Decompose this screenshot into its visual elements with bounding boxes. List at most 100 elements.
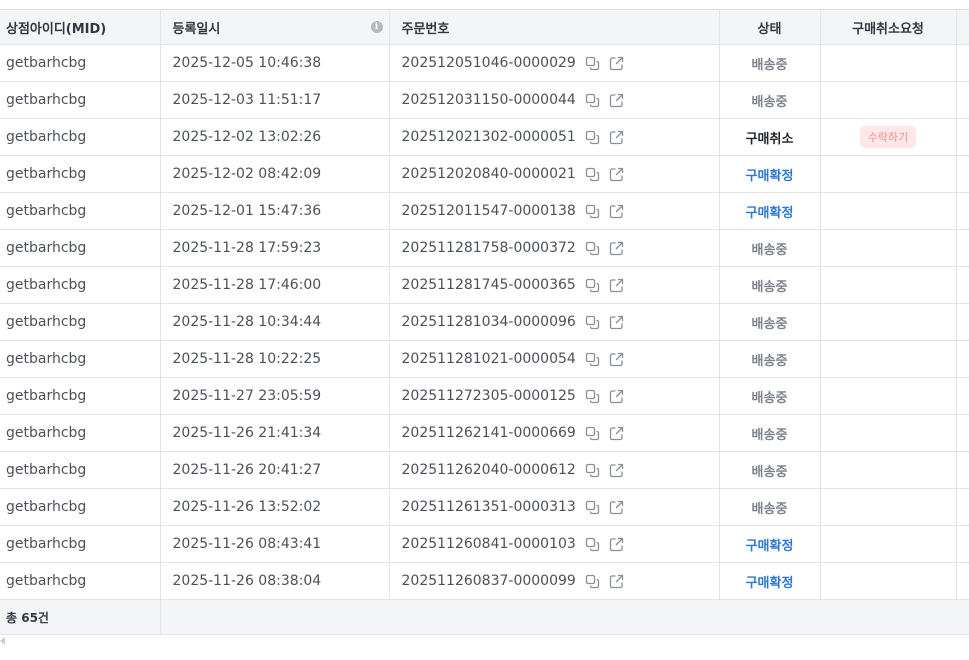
date-text: 2025-11-28 17:46:00 [172,277,322,293]
header-date[interactable]: 등록일시 i [160,9,390,45]
external-link-icon[interactable] [609,204,624,219]
table-row[interactable]: getbarhcbg 2025-11-26 08:38:04 202511260… [0,562,969,600]
cell-mid: getbarhcbg [0,44,161,82]
cell-order: 202512011547-0000138 [389,192,720,230]
external-link-icon[interactable] [609,463,624,478]
table-row[interactable]: getbarhcbg 2025-11-28 10:22:25 202511281… [0,340,969,378]
order-number[interactable]: 202511281758-0000372 [402,240,576,256]
table-body: getbarhcbg 2025-12-05 10:46:38 202512051… [0,44,969,600]
cell-date: 2025-11-26 20:41:27 [160,451,390,489]
info-icon[interactable]: i [370,21,383,33]
header-mid[interactable]: 상점아이디(MID) [0,9,161,45]
copy-icon[interactable] [585,167,600,182]
order-number[interactable]: 202512020840-0000021 [402,166,576,182]
order-number[interactable]: 202511262141-0000669 [402,425,576,441]
cell-mid: getbarhcbg [0,525,161,563]
external-link-icon[interactable] [609,537,624,552]
cell-order: 202512021302-0000051 [389,118,720,156]
external-link-icon[interactable] [609,315,624,330]
copy-icon[interactable] [585,352,600,367]
order-number[interactable]: 202511281034-0000096 [402,314,576,330]
table-row[interactable]: getbarhcbg 2025-11-28 10:34:44 202511281… [0,303,969,341]
date-text: 2025-11-26 21:41:34 [172,425,322,441]
cell-status: 배송중 [719,377,821,415]
status-text: 배송중 [751,242,788,258]
status-text: 배송중 [751,279,788,295]
cell-cancel-request: 수락하기 [820,118,957,156]
mid-text: getbarhcbg [6,129,87,145]
scroll-left-arrow-icon[interactable] [0,637,5,645]
cell-order: 202512020840-0000021 [389,155,720,193]
order-number[interactable]: 202512031150-0000044 [402,92,576,108]
accept-cancel-button[interactable]: 수락하기 [859,126,917,148]
copy-icon[interactable] [585,241,600,256]
copy-icon[interactable] [585,389,600,404]
external-link-icon[interactable] [609,278,624,293]
external-link-icon[interactable] [609,500,624,515]
table-row[interactable]: getbarhcbg 2025-11-26 21:41:34 202511262… [0,414,969,452]
cell-mid: getbarhcbg [0,451,161,489]
order-number[interactable]: 202511261351-0000313 [402,499,576,515]
table-row[interactable]: getbarhcbg 2025-11-26 20:41:27 202511262… [0,451,969,489]
external-link-icon[interactable] [609,574,624,589]
order-number[interactable]: 202511272305-0000125 [402,388,576,404]
external-link-icon[interactable] [609,130,624,145]
copy-icon[interactable] [585,278,600,293]
order-number[interactable]: 202512011547-0000138 [402,203,576,219]
external-link-icon[interactable] [609,352,624,367]
cell-extra [956,562,969,600]
status-text: 배송중 [751,501,788,517]
table-row[interactable]: getbarhcbg 2025-12-02 08:42:09 202512020… [0,155,969,193]
order-number[interactable]: 202511260841-0000103 [402,536,576,552]
copy-icon[interactable] [585,537,600,552]
status-text: 배송중 [751,94,788,110]
order-number[interactable]: 202511262040-0000612 [402,462,576,478]
table-row[interactable]: getbarhcbg 2025-11-28 17:46:00 202511281… [0,266,969,304]
header-mid-label: 상점아이디(MID) [6,21,107,37]
external-link-icon[interactable] [609,389,624,404]
cell-cancel-request [820,451,957,489]
order-number[interactable]: 202512021302-0000051 [402,129,576,145]
date-text: 2025-11-28 10:34:44 [172,314,322,330]
cell-cancel-request [820,192,957,230]
cell-extra [956,81,969,119]
header-status[interactable]: 상태 [719,9,821,45]
copy-icon[interactable] [585,56,600,71]
order-number[interactable]: 202511281745-0000365 [402,277,576,293]
order-number[interactable]: 202511281021-0000054 [402,351,576,367]
cell-status: 배송중 [719,266,821,304]
external-link-icon[interactable] [609,241,624,256]
header-status-label: 상태 [757,21,782,37]
copy-icon[interactable] [585,500,600,515]
order-number[interactable]: 202511260837-0000099 [402,573,576,589]
status-text: 배송중 [751,353,788,369]
table-row[interactable]: getbarhcbg 2025-12-03 11:51:17 202512031… [0,81,969,119]
cell-date: 2025-12-02 13:02:26 [160,118,390,156]
table-row[interactable]: getbarhcbg 2025-11-26 13:52:02 202511261… [0,488,969,526]
copy-icon[interactable] [585,574,600,589]
date-text: 2025-11-28 17:59:23 [172,240,322,256]
mid-text: getbarhcbg [6,425,87,441]
header-date-label: 등록일시 [172,21,221,37]
external-link-icon[interactable] [609,426,624,441]
copy-icon[interactable] [585,204,600,219]
header-cancel-request[interactable]: 구매취소요청 [820,9,957,45]
order-number[interactable]: 202512051046-0000029 [402,55,576,71]
copy-icon[interactable] [585,463,600,478]
copy-icon[interactable] [585,93,600,108]
table-row[interactable]: getbarhcbg 2025-11-28 17:59:23 202511281… [0,229,969,267]
table-row[interactable]: getbarhcbg 2025-12-01 15:47:36 202512011… [0,192,969,230]
external-link-icon[interactable] [609,56,624,71]
cell-cancel-request [820,229,957,267]
copy-icon[interactable] [585,315,600,330]
copy-icon[interactable] [585,426,600,441]
external-link-icon[interactable] [609,93,624,108]
table-row[interactable]: getbarhcbg 2025-12-05 10:46:38 202512051… [0,44,969,82]
table-row[interactable]: getbarhcbg 2025-11-26 08:43:41 202511260… [0,525,969,563]
table-row[interactable]: getbarhcbg 2025-12-02 13:02:26 202512021… [0,118,969,156]
copy-icon[interactable] [585,130,600,145]
table-row[interactable]: getbarhcbg 2025-11-27 23:05:59 202511272… [0,377,969,415]
header-order[interactable]: 주문번호 [389,9,720,45]
external-link-icon[interactable] [609,167,624,182]
cell-order: 202511281021-0000054 [389,340,720,378]
